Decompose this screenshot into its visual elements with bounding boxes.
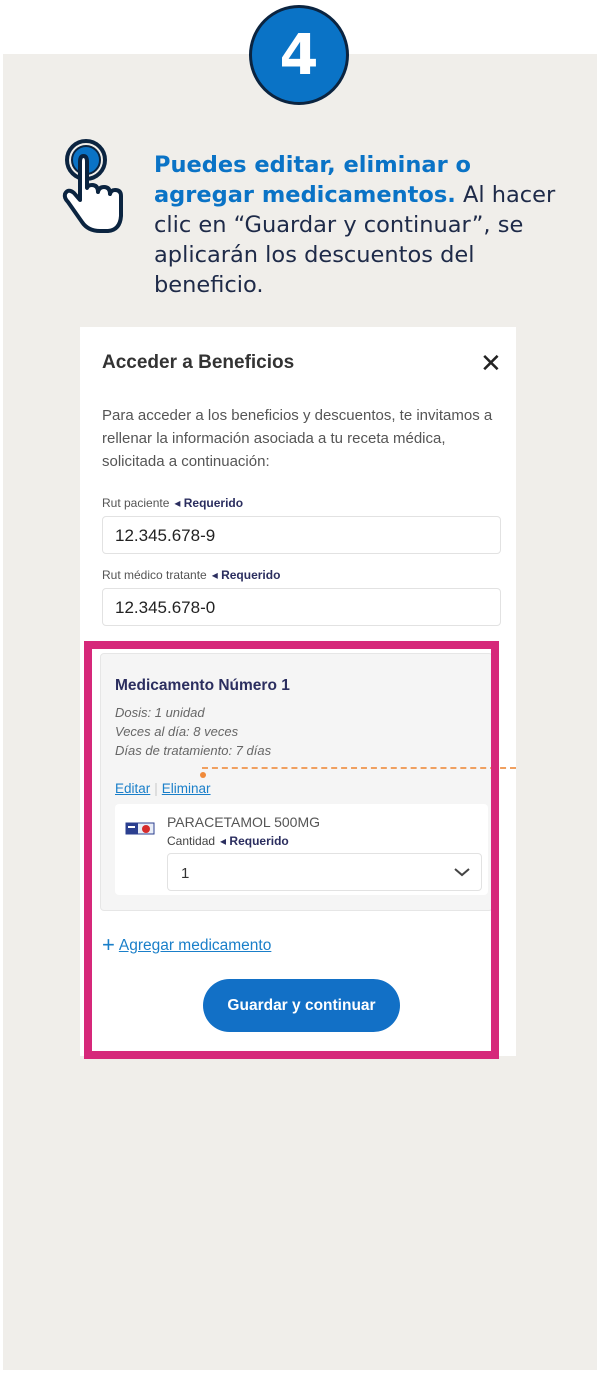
patient-rut-value: 12.345.678-9 [115, 526, 216, 545]
step-number-badge: 4 [249, 5, 349, 105]
doctor-rut-label-text: Rut médico tratante [102, 568, 207, 582]
patient-rut-label: Rut paciente ◂ Requerido [102, 496, 243, 510]
modal-title: Acceder a Beneficios [102, 352, 295, 373]
highlight-frame [84, 641, 499, 1059]
required-tag: ◂ Requerido [174, 496, 244, 510]
close-icon[interactable]: ✕ [480, 350, 502, 376]
patient-rut-input[interactable]: 12.345.678-9 [102, 516, 501, 554]
instruction-text: Puedes editar, eliminar o agregar medica… [154, 150, 574, 300]
required-tag: ◂ Requerido [211, 568, 281, 582]
pointing-hand-icon [62, 139, 123, 233]
step-number: 4 [279, 22, 319, 88]
doctor-rut-value: 12.345.678-0 [115, 598, 216, 617]
modal-description: Para acceder a los beneficios y descuent… [102, 407, 493, 470]
instruction-highlight: Puedes editar, eliminar o agregar medica… [154, 152, 471, 208]
doctor-rut-label: Rut médico tratante ◂ Requerido [102, 568, 280, 582]
patient-rut-label-text: Rut paciente [102, 496, 170, 510]
doctor-rut-input[interactable]: 12.345.678-0 [102, 588, 501, 626]
